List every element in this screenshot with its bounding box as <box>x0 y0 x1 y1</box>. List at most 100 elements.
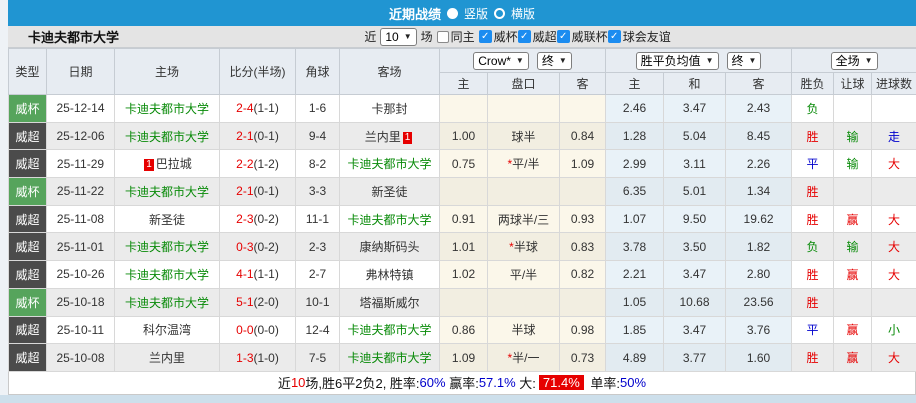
match-type-badge: 威超 <box>8 204 47 234</box>
summary-prefix: 近 <box>277 376 291 392</box>
page-title: 近期战绩 <box>388 6 441 22</box>
checkbox-checked-icon[interactable]: ✓ <box>517 30 531 43</box>
score-cell: 2-1(0-1) <box>219 121 296 151</box>
team-name-text: 巴拉城 <box>155 157 192 172</box>
handicap-line-cell: *平/半 <box>487 149 560 179</box>
result-wdl-cell: 负 <box>791 232 835 262</box>
chevron-down-icon: ▼ <box>403 32 412 41</box>
chevron-down-icon: ▼ <box>864 56 873 65</box>
match-date-cell: 25-10-26 <box>46 260 115 289</box>
same-home-filter[interactable]: 同主 <box>436 28 475 45</box>
chevron-down-icon: ▼ <box>705 56 714 65</box>
odds-home-cell: 6.35 <box>605 177 665 206</box>
score-cell: 0-0(0-0) <box>219 315 296 345</box>
handicap-line-cell <box>487 287 560 317</box>
team-name-text: 卡迪夫都市大学 <box>347 212 432 227</box>
result-wdl-cell: 胜 <box>791 204 835 234</box>
match-date-cell: 25-11-29 <box>46 149 115 179</box>
score-cell: 2-3(0-2) <box>219 204 296 234</box>
column-header-date: 日期 <box>46 48 115 95</box>
table-row: 威超 25-11-29 1 巴拉城 2-2(1-2) 8-2 卡迪夫都市大学 0.75 *平/半… <box>8 149 916 179</box>
summary-count: 10 <box>290 375 306 391</box>
corner-cell: 1-6 <box>295 94 340 123</box>
horizontal-layout-radio[interactable] <box>494 7 505 19</box>
handicap-company-dropdown[interactable]: Crow* ▼ <box>473 51 529 70</box>
match-date-cell: 25-11-01 <box>46 232 115 262</box>
handicap-line-cell: 平/半 <box>487 260 560 289</box>
odds-draw-cell: 3.11 <box>663 149 727 179</box>
league-filter[interactable]: ✓ 球会友谊 <box>607 28 671 45</box>
checkbox-checked-icon[interactable]: ✓ <box>607 30 621 43</box>
table-row: 威杯 25-10-18 卡迪夫都市大学 5-1(2-0) 10-1 塔福斯威尔 1.05 10… <box>8 287 916 317</box>
corner-cell: 10-1 <box>295 287 340 317</box>
league-filter[interactable]: ✓ 威杯 <box>478 28 518 45</box>
column-header-home: 主场 <box>114 48 220 95</box>
team-name-text: 卡迪夫都市大学 <box>124 267 209 282</box>
result-wdl-cell: 胜 <box>791 287 835 317</box>
checkbox-unchecked-icon[interactable] <box>436 30 449 43</box>
team-name-text: 卡迪夫都市大学 <box>124 295 209 310</box>
handicap-line-cell: 球半 <box>487 121 560 151</box>
checkbox-checked-icon[interactable]: ✓ <box>478 30 492 43</box>
results-tbody: 威杯 25-12-14 卡迪夫都市大学 2-4(1-1) 1-6 卡那封 2.46 3.47 2… <box>8 94 916 372</box>
subheader-odds-draw: 和 <box>663 72 727 95</box>
odds-draw-cell: 9.50 <box>663 204 727 234</box>
match-type-badge: 威超 <box>8 260 47 289</box>
table-row: 威超 25-10-11 科尔温湾 0-0(0-0) 12-4 卡迪夫都市大学 0.86 半球 0… <box>8 315 916 345</box>
team-name-text: 卡迪夫都市大学 <box>124 184 209 199</box>
away-team-cell: 新圣徒 <box>339 177 440 206</box>
handicap-away-odds-cell <box>558 94 607 123</box>
league-filter[interactable]: ✓ 威超 <box>517 28 557 45</box>
subheader-handicap-home: 主 <box>439 72 488 95</box>
star-marker: * <box>509 240 514 255</box>
handicap-home-odds-cell: 1.02 <box>439 260 488 289</box>
odds-average-dropdown[interactable]: 胜平负均值 ▼ <box>635 51 719 70</box>
recent-count-dropdown[interactable]: 10 ▼ <box>380 27 417 46</box>
result-handicap-cell <box>833 177 873 206</box>
vertical-layout-radio[interactable] <box>446 7 458 19</box>
red-card-badge: 1 <box>144 159 154 172</box>
checkbox-checked-icon[interactable]: ✓ <box>556 30 570 43</box>
subheader-handicap-line: 盘口 <box>487 72 560 95</box>
corner-cell: 8-2 <box>295 149 340 179</box>
recent-results-panel: 近期战绩 竖版 横版 卡迪夫都市大学 近 10 ▼ 场 同主 ✓ 威杯 ✓ 威超 ✓ 威联… <box>0 0 916 403</box>
handicap-final-dropdown[interactable]: 终 ▼ <box>536 51 572 70</box>
odds-away-cell: 2.80 <box>725 260 793 289</box>
handicap-away-odds-cell: 0.93 <box>558 204 607 234</box>
result-handicap-cell: 赢 <box>833 260 873 289</box>
odds-home-cell: 3.78 <box>605 232 665 262</box>
league-filter[interactable]: ✓ 威联杯 <box>556 28 608 45</box>
odds-away-cell: 1.34 <box>725 177 793 206</box>
match-date-cell: 25-11-08 <box>46 204 115 234</box>
odds-home-cell: 1.07 <box>605 204 665 234</box>
handicap-home-odds-cell: 0.75 <box>439 149 488 179</box>
odds-final-dropdown[interactable]: 终 ▼ <box>726 51 762 70</box>
result-handicap-cell: 赢 <box>833 343 873 372</box>
subheader-odds-home: 主 <box>605 72 665 95</box>
vertical-layout-label[interactable]: 竖版 <box>464 5 488 22</box>
match-type-badge: 威杯 <box>8 287 47 317</box>
odds-draw-cell: 5.01 <box>663 177 727 206</box>
odds-away-cell: 2.43 <box>725 94 793 123</box>
result-goals-cell: 大 <box>871 232 916 262</box>
result-wdl-cell: 胜 <box>791 260 835 289</box>
summary-stats: 场,胜6平2负2, 胜率: <box>305 376 420 392</box>
topbar: 近期战绩 竖版 横版 <box>8 0 916 26</box>
odds-home-cell: 1.85 <box>605 315 665 345</box>
chevron-down-icon: ▼ <box>515 56 524 65</box>
column-header-type: 类型 <box>8 48 47 95</box>
handicap-group-header: Crow* ▼ 终 ▼ <box>438 48 607 73</box>
home-team-cell: 卡迪夫都市大学 <box>114 232 220 262</box>
scope-dropdown[interactable]: 全场 ▼ <box>830 51 878 70</box>
chevron-down-icon: ▼ <box>558 56 567 65</box>
odds-away-cell: 23.56 <box>725 287 793 317</box>
team-name-text: 康纳斯码头 <box>359 240 420 255</box>
horizontal-layout-label[interactable]: 横版 <box>511 5 535 22</box>
subheader-handicap-away: 客 <box>558 72 607 95</box>
handicap-home-odds-cell: 1.00 <box>439 121 488 151</box>
match-type-badge: 威超 <box>8 343 47 372</box>
league-checkboxes: ✓ 威杯 ✓ 威超 ✓ 威联杯 ✓ 球会友谊 <box>478 28 671 45</box>
team-name-text: 卡迪夫都市大学 <box>347 351 432 366</box>
team-name-text: 兰内里 <box>148 351 185 366</box>
match-date-cell: 25-11-22 <box>46 177 115 206</box>
